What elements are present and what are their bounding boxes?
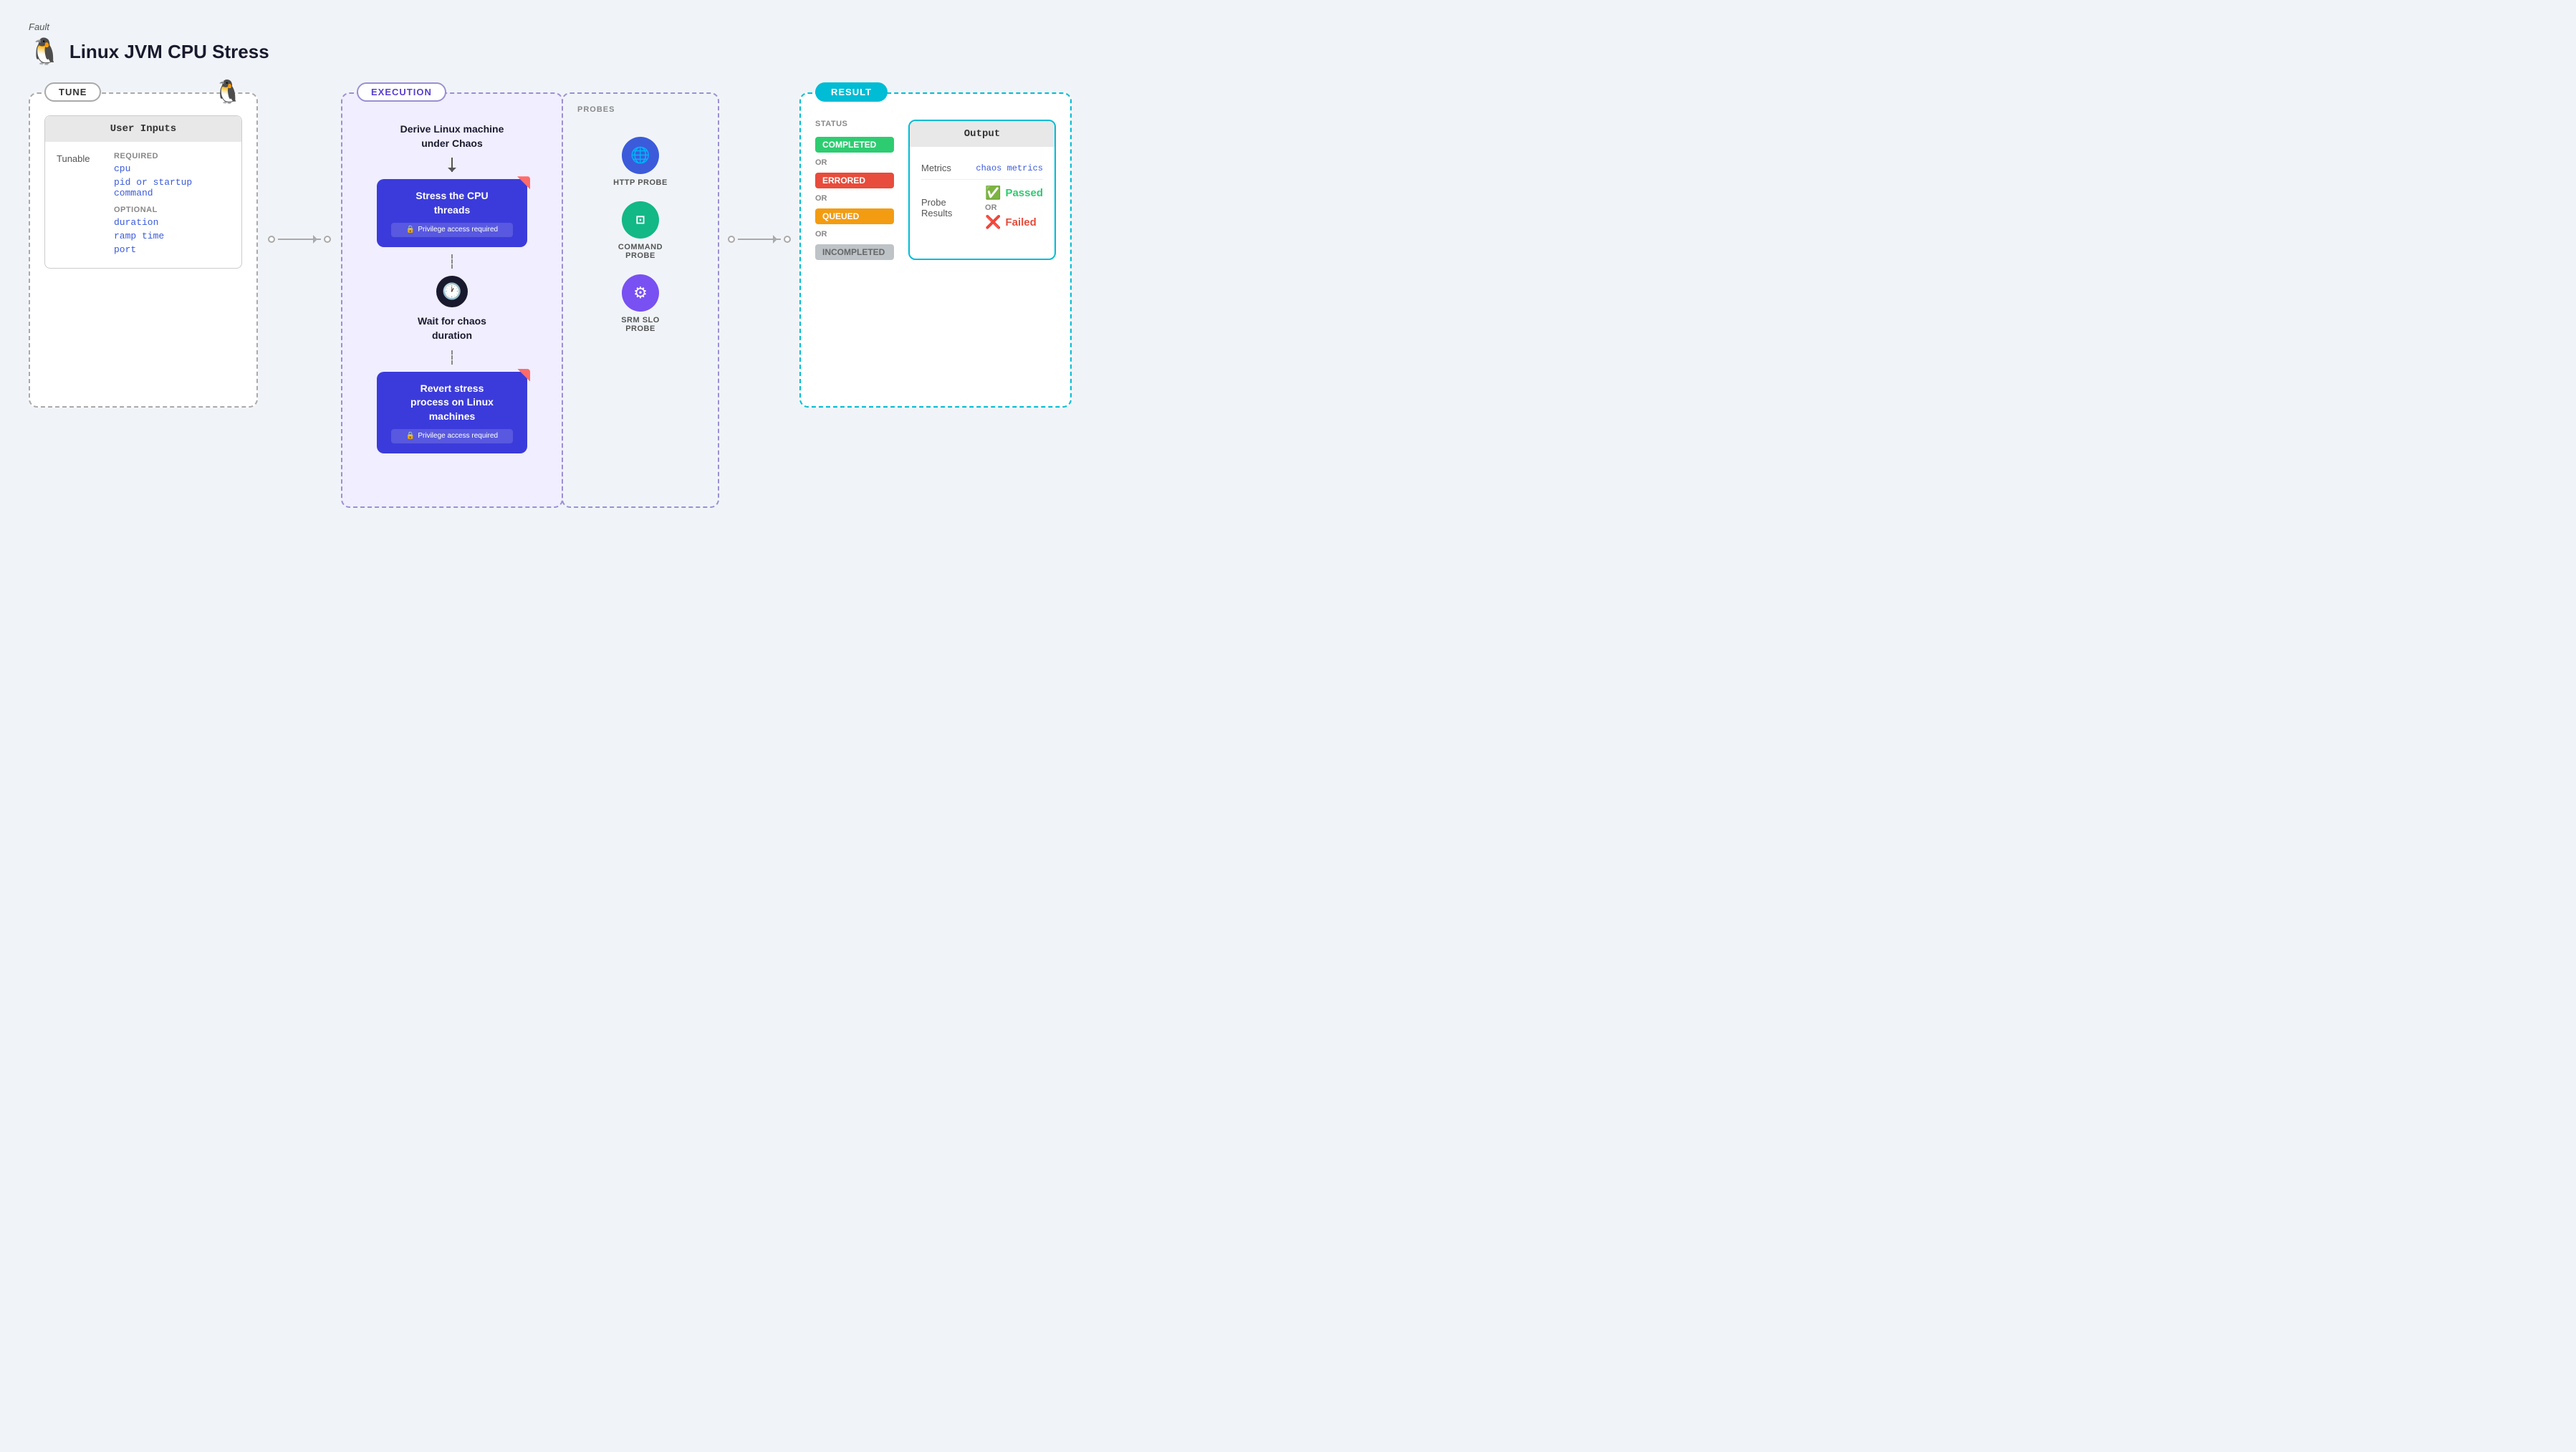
- check-icon: ✅: [985, 186, 1001, 201]
- exec-steps: Derive Linux machineunder Chaos Stress t…: [360, 122, 544, 453]
- or-1: OR: [815, 158, 894, 167]
- execution-section: EXECUTION Derive Linux machineunder Chao…: [341, 92, 563, 508]
- tunable-item-port: port: [114, 244, 230, 255]
- tunable-row: Tunable REQUIRED cpu pid or startup comm…: [57, 152, 230, 258]
- command-probe-icon: ⊡: [622, 201, 659, 239]
- step4-privilege-text: Privilege access required: [418, 431, 498, 441]
- circle-right-2: [784, 236, 791, 243]
- tunable-item-duration: duration: [114, 217, 230, 228]
- output-header: Output: [910, 121, 1054, 147]
- page-title-row: 🐧 Linux JVM CPU Stress: [29, 37, 2547, 67]
- tune-badge: TUNE: [44, 82, 101, 102]
- x-icon: ❌: [985, 215, 1001, 230]
- result-badge: RESULT: [815, 82, 888, 102]
- step2-corner-tag: [517, 176, 530, 189]
- circle-right: [324, 236, 331, 243]
- status-column: STATUS COMPLETED OR ERRORED OR QUEUED OR…: [815, 120, 894, 260]
- srm-probe-label: SRM SLOPROBE: [621, 316, 660, 333]
- failed-badge: ❌ Failed: [985, 215, 1043, 230]
- execution-badge: EXECUTION: [357, 82, 446, 102]
- step4-privilege: 🔒 Privilege access required: [391, 429, 513, 443]
- circle-left-2: [728, 236, 735, 243]
- metrics-label: Metrics: [921, 163, 951, 173]
- probe-command: ⊡ COMMANDPROBE: [618, 201, 663, 260]
- or-3: OR: [815, 230, 894, 239]
- required-label: REQUIRED: [114, 152, 230, 160]
- metrics-value: chaos metrics: [976, 163, 1043, 173]
- result-body: STATUS COMPLETED OR ERRORED OR QUEUED OR…: [815, 120, 1056, 260]
- tunable-content: REQUIRED cpu pid or startup command OPTI…: [114, 152, 230, 258]
- failed-label: Failed: [1005, 216, 1036, 229]
- arrow-line-1: [278, 239, 321, 240]
- arrow-line-2: [738, 239, 781, 240]
- user-inputs-header: User Inputs: [45, 116, 241, 142]
- step4-corner-tag: [517, 369, 530, 382]
- tunable-item-ramp: ramp time: [114, 231, 230, 241]
- output-box: Output Metrics chaos metrics ProbeResult…: [908, 120, 1056, 260]
- probes-label: PROBES: [577, 105, 615, 114]
- result-section: RESULT STATUS COMPLETED OR ERRORED OR QU…: [799, 92, 1072, 408]
- probe-result-values: ✅ Passed OR ❌ Failed: [985, 186, 1043, 230]
- step2-title: Stress the CPUthreads: [391, 189, 513, 217]
- tune-section: TUNE 🐧 User Inputs Tunable REQUIRED cpu …: [29, 92, 258, 408]
- metrics-row: Metrics chaos metrics: [921, 157, 1043, 180]
- step3-text: Wait for chaosduration: [418, 314, 486, 342]
- probe-http: 🌐 HTTP PROBE: [613, 137, 668, 187]
- lock-icon: 🔒: [406, 225, 415, 235]
- step4-box: Revert stressprocess on Linuxmachines 🔒 …: [377, 372, 527, 454]
- badge-incompleted: INCOMPLETED: [815, 244, 894, 260]
- probe-results-label: ProbeResults: [921, 197, 952, 218]
- diagram-flow: TUNE 🐧 User Inputs Tunable REQUIRED cpu …: [29, 92, 2547, 508]
- srm-probe-icon: ⚙: [622, 274, 659, 312]
- or-probe: OR: [985, 203, 1043, 212]
- page-title: Linux JVM CPU Stress: [69, 41, 269, 63]
- clock-icon: 🕐: [436, 276, 468, 307]
- step4-title: Revert stressprocess on Linuxmachines: [391, 382, 513, 424]
- lock2-icon: 🔒: [406, 431, 415, 441]
- tunable-item-cpu: cpu: [114, 163, 230, 174]
- step1-text: Derive Linux machineunder Chaos: [400, 122, 504, 150]
- step2-privilege-text: Privilege access required: [418, 225, 498, 235]
- probe-srm: ⚙ SRM SLOPROBE: [621, 274, 660, 333]
- execution-probes-wrapper: EXECUTION Derive Linux machineunder Chao…: [341, 92, 719, 508]
- status-label: STATUS: [815, 120, 894, 128]
- http-probe-label: HTTP PROBE: [613, 178, 668, 187]
- tune-linux-icon: 🐧: [213, 78, 242, 105]
- probe-results-row: ProbeResults ✅ Passed OR ❌ Failed: [921, 180, 1043, 236]
- user-inputs-box: User Inputs Tunable REQUIRED cpu pid or …: [44, 115, 242, 269]
- tunable-label: Tunable: [57, 153, 100, 164]
- badge-queued: QUEUED: [815, 208, 894, 224]
- badge-errored: ERRORED: [815, 173, 894, 188]
- http-probe-icon: 🌐: [622, 137, 659, 174]
- probes-section: PROBES 🌐 HTTP PROBE ⊡ COMMANDPROBE ⚙ SRM…: [562, 92, 719, 508]
- circle-left: [268, 236, 275, 243]
- optional-label: OPTIONAL: [114, 206, 230, 214]
- tunable-item-pid: pid or startup command: [114, 177, 230, 198]
- step2-privilege: 🔒 Privilege access required: [391, 223, 513, 237]
- passed-label: Passed: [1005, 187, 1043, 199]
- fault-label: Fault: [29, 21, 2547, 32]
- linux-mascot-icon: 🐧: [29, 37, 61, 67]
- user-inputs-body: Tunable REQUIRED cpu pid or startup comm…: [45, 142, 241, 268]
- output-body: Metrics chaos metrics ProbeResults ✅ Pas…: [910, 147, 1054, 246]
- step1-arrow: [451, 158, 453, 172]
- badge-completed: COMPLETED: [815, 137, 894, 153]
- or-2: OR: [815, 194, 894, 203]
- passed-badge: ✅ Passed: [985, 186, 1043, 201]
- arrow-tune-execution: [258, 236, 341, 243]
- step2-box: Stress the CPUthreads 🔒 Privilege access…: [377, 179, 527, 247]
- dashed-arrow-1: [451, 254, 453, 269]
- tune-panel: TUNE 🐧 User Inputs Tunable REQUIRED cpu …: [29, 92, 258, 408]
- arrow-probes-result: [719, 236, 799, 243]
- dashed-arrow-2: [451, 350, 453, 365]
- probes-content: 🌐 HTTP PROBE ⊡ COMMANDPROBE ⚙ SRM SLOPRO…: [577, 137, 703, 333]
- command-probe-label: COMMANDPROBE: [618, 243, 663, 260]
